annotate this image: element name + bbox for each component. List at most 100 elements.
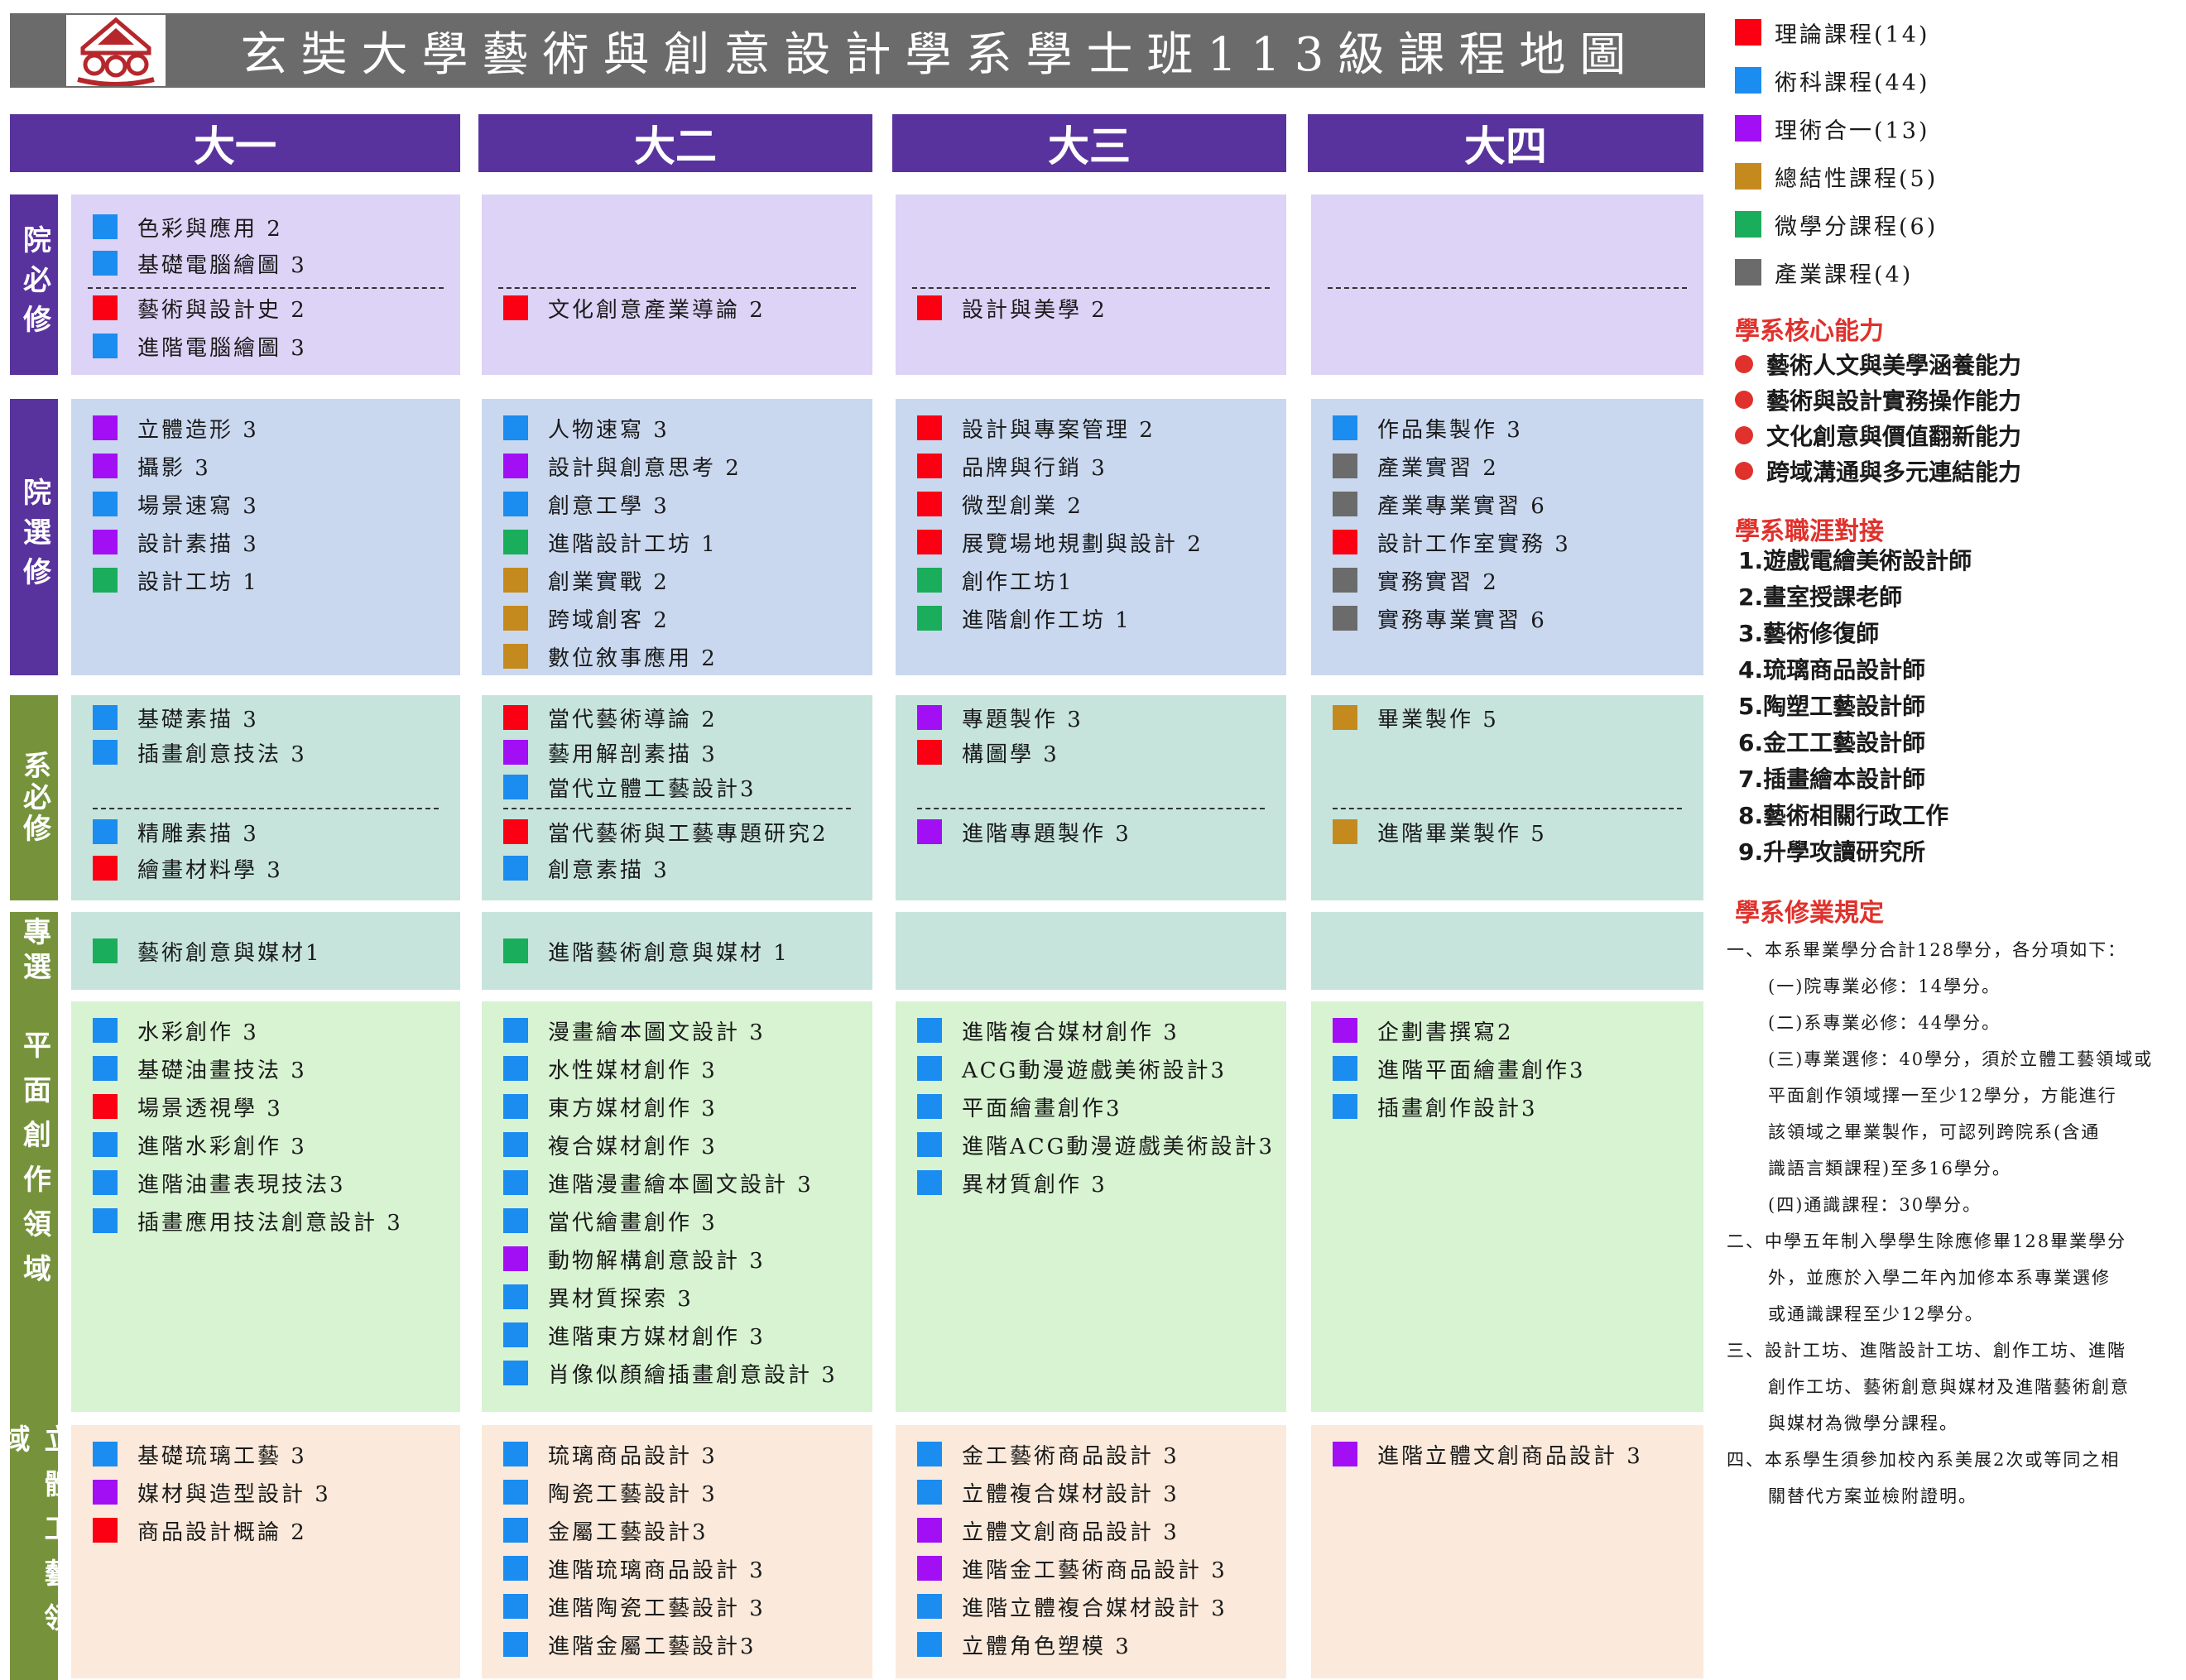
course-name: 場景速寫 3 (137, 493, 259, 519)
course-item: 創業實戰 2 (503, 566, 670, 595)
cell-specialized-elective-year1: 藝術創意與媒材1 (71, 912, 460, 990)
course-type-marker (503, 1208, 528, 1233)
course-item: 創意工學 3 (503, 490, 670, 519)
course-item: 進階專題製作 3 (917, 818, 1131, 847)
course-item: 企劃書撰寫2 (1333, 1016, 1514, 1045)
course-type-marker (917, 295, 942, 320)
row-label-text: 系必修 (17, 751, 51, 845)
course-name: 創意工學 3 (548, 493, 670, 519)
course-item: 創作工坊1 (917, 566, 1074, 595)
legend-item: 微學分課程(6) (1735, 210, 1938, 240)
course-name: 平面繪畫創作3 (962, 1096, 1122, 1121)
course-item: 繪畫材料學 3 (93, 854, 283, 883)
course-type-marker (503, 1246, 528, 1271)
course-item: 金工藝術商品設計 3 (917, 1440, 1179, 1469)
course-name: 進階專題製作 3 (962, 821, 1131, 847)
course-name: 進階立體文創商品設計 3 (1377, 1443, 1643, 1469)
course-name: 插畫創作設計3 (1377, 1096, 1538, 1121)
legend-item: 總結性課程(5) (1735, 162, 1938, 192)
course-item: 水性媒材創作 3 (503, 1054, 718, 1083)
course-name: 進階藝術創意與媒材 1 (548, 940, 790, 966)
course-item: 產業實習 2 (1333, 452, 1499, 481)
cell-college-elective-year3: 設計與專案管理 2 品牌與行銷 3 微型創業 2 展覽場地規劃與設計 2 創作工坊1 進階… (896, 399, 1286, 675)
course-type-marker (503, 530, 528, 554)
year-header-2: 大二 (478, 114, 872, 172)
course-type-marker (503, 568, 528, 593)
course-item: 進階設計工坊 1 (503, 528, 718, 557)
course-item: 陶瓷工藝設計 3 (503, 1478, 718, 1507)
course-name: 插畫創意技法 3 (137, 742, 307, 767)
cell-specialized-elective-year4 (1311, 912, 1703, 990)
course-name: 畢業製作 5 (1377, 707, 1499, 732)
course-type-marker (503, 705, 528, 730)
course-item: 琉璃商品設計 3 (503, 1440, 718, 1469)
course-item: 肖像似顏繪插畫創意設計 3 (503, 1359, 838, 1388)
course-item: 跨域創客 2 (503, 604, 670, 633)
course-type-marker (93, 1442, 118, 1466)
page-title: 玄奘大學藝術與創意設計學系學士班113級課程地圖 (240, 27, 1641, 82)
course-type-marker (93, 1518, 118, 1543)
course-type-marker (93, 415, 118, 440)
course-item: 設計與專案管理 2 (917, 414, 1155, 443)
course-name: 基礎琉璃工藝 3 (137, 1443, 307, 1469)
course-name: 專題製作 3 (962, 707, 1083, 732)
legend-swatch (1735, 163, 1761, 190)
row-label-text: 平面創作領域 (17, 1030, 51, 1298)
course-type-marker (503, 644, 528, 669)
course-name: 跨域創客 2 (548, 607, 670, 633)
course-item: 進階琉璃商品設計 3 (503, 1554, 766, 1583)
course-item: 進階立體文創商品設計 3 (1333, 1440, 1643, 1469)
course-type-marker (93, 492, 118, 516)
cell-dept-required-year1: 基礎素描 3 插畫創意技法 3 精雕素描 3 繪畫材料學 3 (71, 695, 460, 900)
course-item: 場景速寫 3 (93, 490, 259, 519)
cell-college-elective-year2: 人物速寫 3 設計與創意思考 2 創意工學 3 進階設計工坊 1 創業實戰 2 跨域創客 … (482, 399, 872, 675)
cell-college-required-year4 (1311, 194, 1703, 375)
course-item: 進階畢業製作 5 (1333, 818, 1547, 847)
course-item: 立體角色塑模 3 (917, 1630, 1131, 1659)
core-ability-item: 藝術與設計實務操作能力 (1735, 383, 2021, 416)
course-name: 精雕素描 3 (137, 821, 259, 847)
course-name: 當代藝術與工藝專題研究2 (548, 821, 829, 847)
course-item: 插畫創意技法 3 (93, 738, 307, 767)
cell-three-d-craft-year2: 琉璃商品設計 3 陶瓷工藝設計 3 金屬工藝設計3 進階琉璃商品設計 3 進階陶瓷工藝設… (482, 1425, 872, 1678)
section-divider (498, 287, 856, 289)
course-name: 微型創業 2 (962, 493, 1083, 519)
course-type-marker (917, 1594, 942, 1619)
course-item: 商品設計概論 2 (93, 1516, 307, 1545)
course-type-marker (93, 1208, 118, 1233)
course-item: 當代藝術導論 2 (503, 703, 718, 732)
course-item: 進階油畫表現技法3 (93, 1169, 346, 1198)
course-item: 進階ACG動漫遊戲美術設計3 (917, 1130, 1275, 1159)
course-name: 媒材與造型設計 3 (137, 1481, 331, 1507)
course-item: 數位敘事應用 2 (503, 642, 718, 671)
course-name: 實務實習 2 (1377, 569, 1499, 595)
course-type-marker (917, 819, 942, 844)
course-type-marker (93, 856, 118, 881)
course-type-marker (93, 819, 118, 844)
core-ability-item: 藝術人文與美學涵養能力 (1735, 348, 2021, 381)
course-item: 畢業製作 5 (1333, 703, 1499, 732)
course-type-marker (1333, 1018, 1357, 1043)
cell-specialized-elective-year3 (896, 912, 1286, 990)
cell-college-required-year3: 設計與美學 2 (896, 194, 1286, 375)
course-name: 進階複合媒材創作 3 (962, 1020, 1179, 1045)
career-item: 4.琉璃商品設計師 (1738, 656, 1926, 684)
cell-three-d-craft-year1: 基礎琉璃工藝 3 媒材與造型設計 3 商品設計概論 2 (71, 1425, 460, 1678)
course-name: 創業實戰 2 (548, 569, 670, 595)
course-name: 異材質創作 3 (962, 1172, 1107, 1198)
course-item: 品牌與行銷 3 (917, 452, 1107, 481)
core-ability-item: 跨域溝通與多元連結能力 (1735, 454, 2021, 487)
course-type-marker (93, 1132, 118, 1157)
course-item: 進階藝術創意與媒材 1 (503, 937, 790, 966)
rule-line: 二、中學五年制入學學生除應修畢128畢業學分 (1727, 1231, 2127, 1251)
course-item: 人物速寫 3 (503, 414, 670, 443)
row-label-dept-required: 系必修 (10, 695, 58, 900)
course-type-marker (917, 492, 942, 516)
course-name: 基礎油畫技法 3 (137, 1058, 307, 1083)
course-name: 進階ACG動漫遊戲美術設計3 (962, 1134, 1275, 1159)
course-name: 實務專業實習 6 (1377, 607, 1547, 633)
course-type-marker (93, 938, 118, 963)
year-header-3: 大三 (892, 114, 1286, 172)
legend-swatch (1735, 67, 1761, 94)
career-title: 學系職涯對接 (1735, 517, 1884, 546)
